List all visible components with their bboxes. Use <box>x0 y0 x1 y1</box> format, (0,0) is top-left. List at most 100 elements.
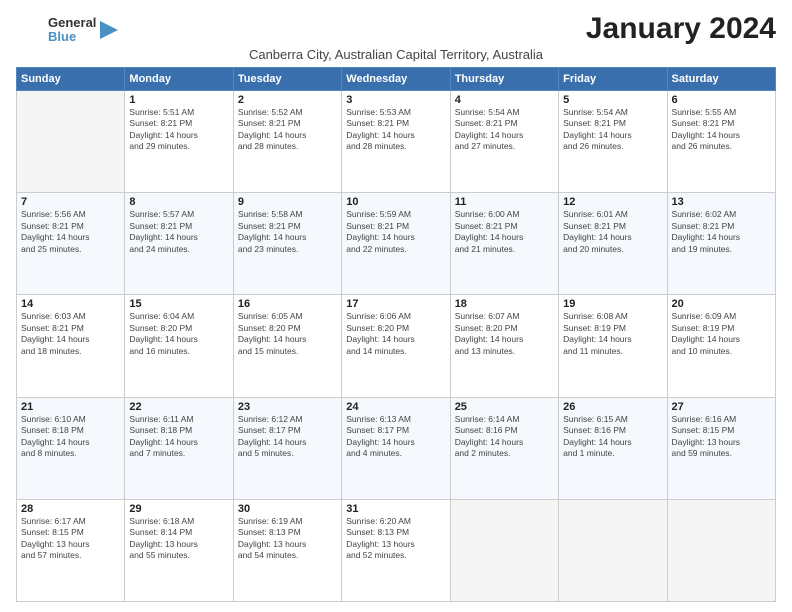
cell-day-info: Sunrise: 6:02 AM Sunset: 8:21 PM Dayligh… <box>672 209 771 255</box>
logo-general: General <box>48 16 96 30</box>
cell-day-number: 1 <box>129 94 228 106</box>
cell-day-info: Sunrise: 6:19 AM Sunset: 8:13 PM Dayligh… <box>238 516 337 562</box>
calendar-cell: 31Sunrise: 6:20 AM Sunset: 8:13 PM Dayli… <box>342 499 450 601</box>
cell-day-info: Sunrise: 6:10 AM Sunset: 8:18 PM Dayligh… <box>21 414 120 460</box>
cell-day-info: Sunrise: 5:57 AM Sunset: 8:21 PM Dayligh… <box>129 209 228 255</box>
header-cell-monday: Monday <box>125 68 233 91</box>
calendar-cell: 14Sunrise: 6:03 AM Sunset: 8:21 PM Dayli… <box>17 295 125 397</box>
calendar-cell: 9Sunrise: 5:58 AM Sunset: 8:21 PM Daylig… <box>233 193 341 295</box>
cell-day-number: 19 <box>563 298 662 310</box>
cell-day-info: Sunrise: 5:59 AM Sunset: 8:21 PM Dayligh… <box>346 209 445 255</box>
header: General Blue January 2024 <box>16 12 776 45</box>
calendar-cell <box>17 91 125 193</box>
calendar-cell: 27Sunrise: 6:16 AM Sunset: 8:15 PM Dayli… <box>667 397 775 499</box>
calendar-cell: 18Sunrise: 6:07 AM Sunset: 8:20 PM Dayli… <box>450 295 558 397</box>
calendar-cell: 15Sunrise: 6:04 AM Sunset: 8:20 PM Dayli… <box>125 295 233 397</box>
calendar-cell: 4Sunrise: 5:54 AM Sunset: 8:21 PM Daylig… <box>450 91 558 193</box>
cell-day-info: Sunrise: 6:18 AM Sunset: 8:14 PM Dayligh… <box>129 516 228 562</box>
calendar-row-2: 14Sunrise: 6:03 AM Sunset: 8:21 PM Dayli… <box>17 295 776 397</box>
calendar-row-3: 21Sunrise: 6:10 AM Sunset: 8:18 PM Dayli… <box>17 397 776 499</box>
cell-day-number: 11 <box>455 196 554 208</box>
logo-blue: Blue <box>48 30 96 44</box>
calendar-cell: 6Sunrise: 5:55 AM Sunset: 8:21 PM Daylig… <box>667 91 775 193</box>
header-cell-wednesday: Wednesday <box>342 68 450 91</box>
cell-day-number: 10 <box>346 196 445 208</box>
cell-day-info: Sunrise: 6:01 AM Sunset: 8:21 PM Dayligh… <box>563 209 662 255</box>
cell-day-number: 30 <box>238 503 337 515</box>
cell-day-info: Sunrise: 6:06 AM Sunset: 8:20 PM Dayligh… <box>346 311 445 357</box>
calendar-cell: 20Sunrise: 6:09 AM Sunset: 8:19 PM Dayli… <box>667 295 775 397</box>
cell-day-number: 26 <box>563 401 662 413</box>
cell-day-info: Sunrise: 5:52 AM Sunset: 8:21 PM Dayligh… <box>238 107 337 153</box>
cell-day-number: 3 <box>346 94 445 106</box>
cell-day-number: 8 <box>129 196 228 208</box>
logo-svg <box>16 16 44 44</box>
subtitle: Canberra City, Australian Capital Territ… <box>16 47 776 62</box>
header-row: SundayMondayTuesdayWednesdayThursdayFrid… <box>17 68 776 91</box>
cell-day-number: 18 <box>455 298 554 310</box>
calendar-row-0: 1Sunrise: 5:51 AM Sunset: 8:21 PM Daylig… <box>17 91 776 193</box>
cell-day-number: 31 <box>346 503 445 515</box>
cell-day-info: Sunrise: 5:51 AM Sunset: 8:21 PM Dayligh… <box>129 107 228 153</box>
cell-day-info: Sunrise: 6:13 AM Sunset: 8:17 PM Dayligh… <box>346 414 445 460</box>
cell-day-info: Sunrise: 6:00 AM Sunset: 8:21 PM Dayligh… <box>455 209 554 255</box>
calendar-cell: 25Sunrise: 6:14 AM Sunset: 8:16 PM Dayli… <box>450 397 558 499</box>
cell-day-number: 17 <box>346 298 445 310</box>
header-cell-thursday: Thursday <box>450 68 558 91</box>
cell-day-info: Sunrise: 5:55 AM Sunset: 8:21 PM Dayligh… <box>672 107 771 153</box>
cell-day-info: Sunrise: 6:14 AM Sunset: 8:16 PM Dayligh… <box>455 414 554 460</box>
cell-day-info: Sunrise: 5:54 AM Sunset: 8:21 PM Dayligh… <box>455 107 554 153</box>
calendar-cell: 23Sunrise: 6:12 AM Sunset: 8:17 PM Dayli… <box>233 397 341 499</box>
cell-day-info: Sunrise: 5:54 AM Sunset: 8:21 PM Dayligh… <box>563 107 662 153</box>
cell-day-info: Sunrise: 6:11 AM Sunset: 8:18 PM Dayligh… <box>129 414 228 460</box>
cell-day-number: 25 <box>455 401 554 413</box>
cell-day-info: Sunrise: 5:53 AM Sunset: 8:21 PM Dayligh… <box>346 107 445 153</box>
cell-day-info: Sunrise: 6:16 AM Sunset: 8:15 PM Dayligh… <box>672 414 771 460</box>
cell-day-info: Sunrise: 6:08 AM Sunset: 8:19 PM Dayligh… <box>563 311 662 357</box>
cell-day-number: 13 <box>672 196 771 208</box>
cell-day-number: 27 <box>672 401 771 413</box>
page: General Blue January 2024 Canberra City,… <box>0 0 792 612</box>
cell-day-number: 5 <box>563 94 662 106</box>
calendar-cell: 7Sunrise: 5:56 AM Sunset: 8:21 PM Daylig… <box>17 193 125 295</box>
cell-day-info: Sunrise: 6:17 AM Sunset: 8:15 PM Dayligh… <box>21 516 120 562</box>
logo: General Blue <box>16 16 118 45</box>
cell-day-number: 23 <box>238 401 337 413</box>
title-block: January 2024 <box>586 12 776 45</box>
cell-day-info: Sunrise: 5:56 AM Sunset: 8:21 PM Dayligh… <box>21 209 120 255</box>
cell-day-info: Sunrise: 6:15 AM Sunset: 8:16 PM Dayligh… <box>563 414 662 460</box>
calendar-cell: 22Sunrise: 6:11 AM Sunset: 8:18 PM Dayli… <box>125 397 233 499</box>
calendar-row-1: 7Sunrise: 5:56 AM Sunset: 8:21 PM Daylig… <box>17 193 776 295</box>
cell-day-number: 20 <box>672 298 771 310</box>
calendar-cell: 8Sunrise: 5:57 AM Sunset: 8:21 PM Daylig… <box>125 193 233 295</box>
cell-day-number: 16 <box>238 298 337 310</box>
calendar-cell: 11Sunrise: 6:00 AM Sunset: 8:21 PM Dayli… <box>450 193 558 295</box>
calendar-cell: 2Sunrise: 5:52 AM Sunset: 8:21 PM Daylig… <box>233 91 341 193</box>
calendar-cell <box>450 499 558 601</box>
calendar-cell: 30Sunrise: 6:19 AM Sunset: 8:13 PM Dayli… <box>233 499 341 601</box>
cell-day-info: Sunrise: 6:04 AM Sunset: 8:20 PM Dayligh… <box>129 311 228 357</box>
header-cell-saturday: Saturday <box>667 68 775 91</box>
header-cell-friday: Friday <box>559 68 667 91</box>
calendar-cell: 19Sunrise: 6:08 AM Sunset: 8:19 PM Dayli… <box>559 295 667 397</box>
cell-day-number: 24 <box>346 401 445 413</box>
cell-day-number: 15 <box>129 298 228 310</box>
cell-day-number: 4 <box>455 94 554 106</box>
calendar-cell: 5Sunrise: 5:54 AM Sunset: 8:21 PM Daylig… <box>559 91 667 193</box>
header-cell-tuesday: Tuesday <box>233 68 341 91</box>
calendar-cell: 10Sunrise: 5:59 AM Sunset: 8:21 PM Dayli… <box>342 193 450 295</box>
cell-day-info: Sunrise: 6:07 AM Sunset: 8:20 PM Dayligh… <box>455 311 554 357</box>
calendar-cell: 24Sunrise: 6:13 AM Sunset: 8:17 PM Dayli… <box>342 397 450 499</box>
cell-day-info: Sunrise: 5:58 AM Sunset: 8:21 PM Dayligh… <box>238 209 337 255</box>
cell-day-number: 12 <box>563 196 662 208</box>
cell-day-info: Sunrise: 6:20 AM Sunset: 8:13 PM Dayligh… <box>346 516 445 562</box>
calendar-cell: 21Sunrise: 6:10 AM Sunset: 8:18 PM Dayli… <box>17 397 125 499</box>
header-cell-sunday: Sunday <box>17 68 125 91</box>
calendar-table: SundayMondayTuesdayWednesdayThursdayFrid… <box>16 67 776 602</box>
calendar-cell: 3Sunrise: 5:53 AM Sunset: 8:21 PM Daylig… <box>342 91 450 193</box>
calendar-cell: 29Sunrise: 6:18 AM Sunset: 8:14 PM Dayli… <box>125 499 233 601</box>
cell-day-info: Sunrise: 6:05 AM Sunset: 8:20 PM Dayligh… <box>238 311 337 357</box>
calendar-cell: 12Sunrise: 6:01 AM Sunset: 8:21 PM Dayli… <box>559 193 667 295</box>
cell-day-number: 22 <box>129 401 228 413</box>
calendar-row-4: 28Sunrise: 6:17 AM Sunset: 8:15 PM Dayli… <box>17 499 776 601</box>
